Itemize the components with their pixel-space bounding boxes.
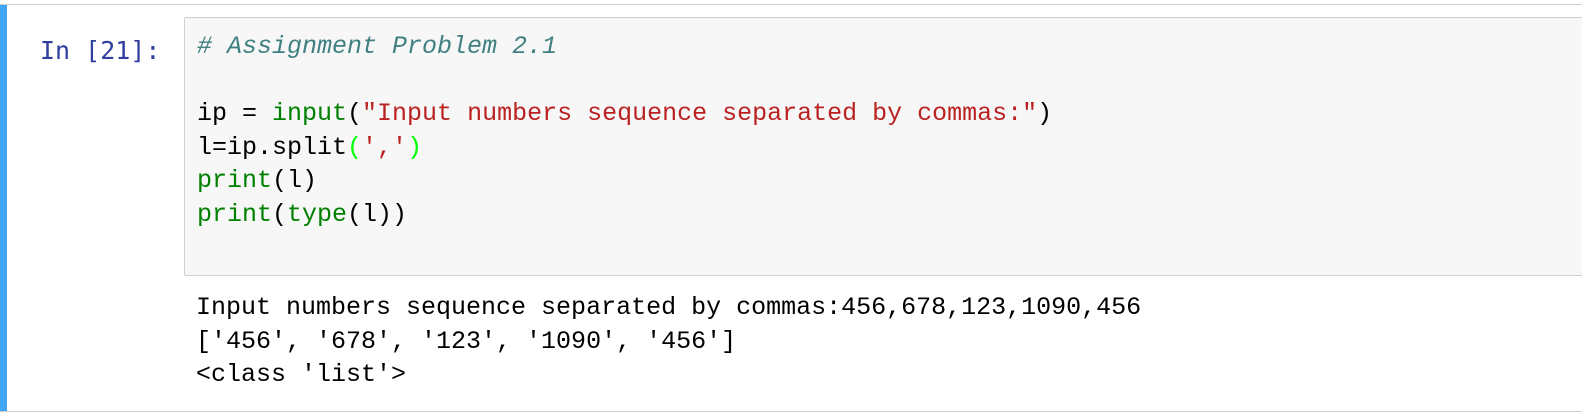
matched-bracket: ( [347,132,363,162]
code-string: ',' [362,132,408,162]
code-text[interactable]: # Assignment Problem 2.1 ip = input("Inp… [197,30,1052,232]
code-token: ) [1037,99,1053,129]
code-builtin-print: print [197,199,273,229]
output-line: ['456', '678', '123', '1090', '456'] [196,326,737,356]
code-token: ( [347,99,363,129]
code-builtin-type: type [287,199,348,229]
code-token: l=ip.split [197,132,348,162]
code-editor[interactable]: # Assignment Problem 2.1 ip = input("Inp… [184,17,1582,276]
code-token: (l) [272,166,318,196]
output-line: Input numbers sequence separated by comm… [196,293,1142,322]
code-builtin-print: print [197,166,273,196]
code-token: ip = [197,99,273,129]
matched-bracket: ) [407,132,423,162]
output-line: <class 'list'> [196,360,407,390]
code-comment: # Assignment Problem 2.1 [197,32,558,61]
input-prompt: In [21]: [40,36,161,65]
code-token: ( [272,199,288,229]
selected-cell-indicator [0,5,7,411]
code-string: "Input numbers sequence separated by com… [362,99,1038,129]
cell-output: Input numbers sequence separated by comm… [196,291,1141,392]
code-token: (l)) [347,199,408,229]
code-builtin-input: input [272,99,348,129]
notebook-code-cell[interactable]: In [21]: # Assignment Problem 2.1 ip = i… [0,4,1582,412]
